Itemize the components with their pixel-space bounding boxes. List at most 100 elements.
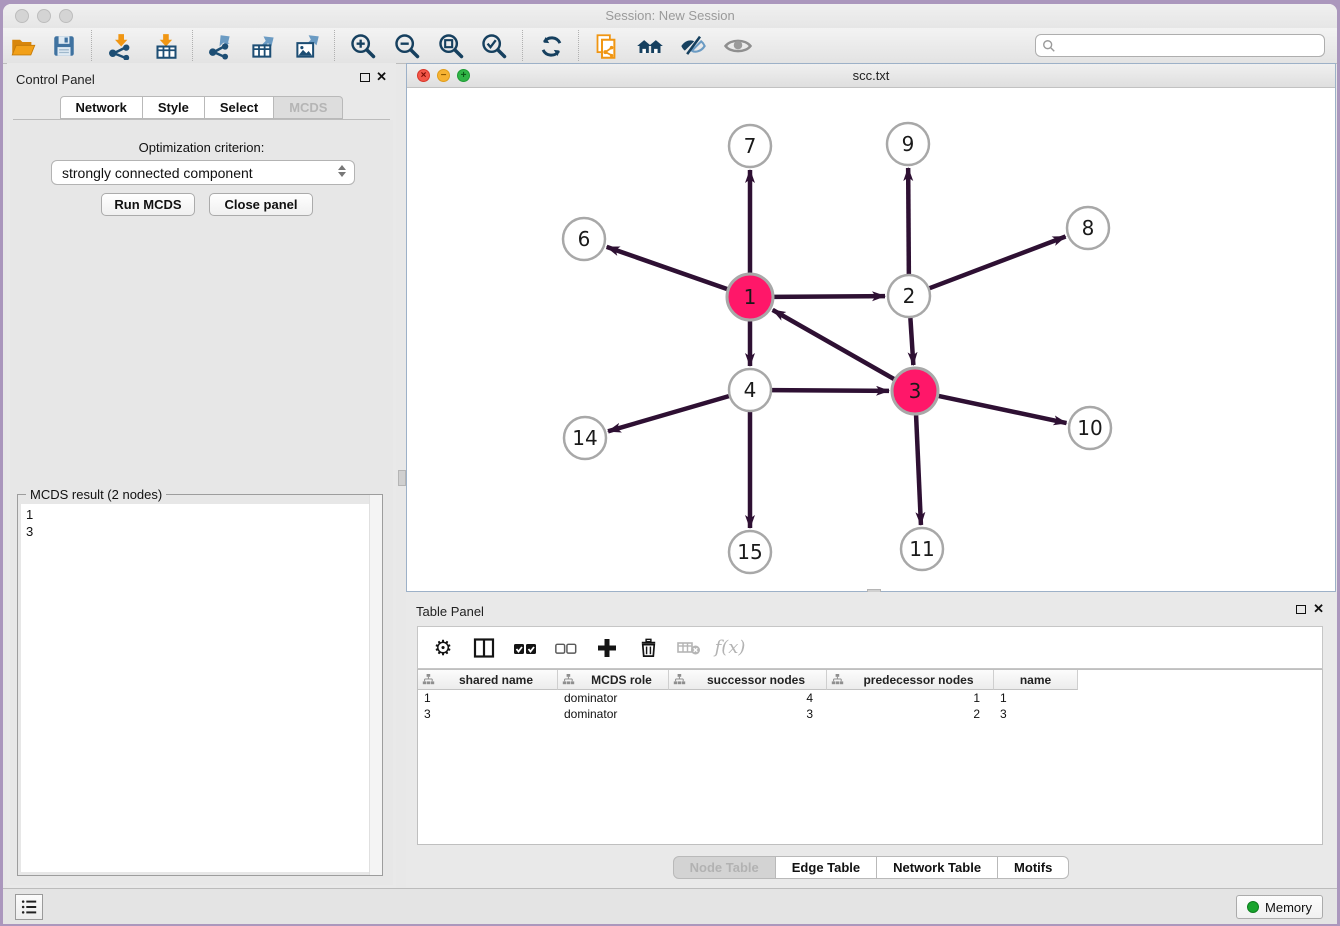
node-14[interactable]: 14	[564, 417, 606, 459]
open-session-icon	[10, 33, 37, 60]
show-details-button[interactable]	[723, 31, 753, 61]
tab-style[interactable]: Style	[143, 96, 205, 119]
node-15[interactable]: 15	[729, 531, 771, 573]
table-row[interactable]: 3dominator323	[418, 706, 1322, 722]
edge-4-3[interactable]	[772, 390, 889, 391]
zoom-in-button[interactable]	[348, 31, 378, 61]
table-cell: 4	[669, 690, 827, 706]
edge-1-2[interactable]	[774, 296, 885, 297]
delete-table-button-disabled	[676, 635, 702, 661]
network-graph[interactable]: 7 9 6 8 1 2 4 3 14 10 15 11	[407, 88, 1335, 591]
select-all-button[interactable]	[512, 635, 538, 661]
tab-mcds[interactable]: MCDS	[274, 96, 343, 119]
table-settings-button[interactable]: ⚙	[430, 635, 456, 661]
table-cell: dominator	[558, 706, 669, 722]
save-session-icon	[51, 33, 77, 59]
edge-2-8[interactable]	[930, 237, 1066, 289]
add-column-button[interactable]	[594, 635, 620, 661]
hide-details-button[interactable]	[678, 31, 708, 61]
main-toolbar	[3, 28, 1337, 64]
node-11[interactable]: 11	[901, 528, 943, 570]
node-2[interactable]: 2	[888, 275, 930, 317]
open-session-button[interactable]	[8, 31, 38, 61]
result-scrollbar[interactable]	[369, 495, 382, 875]
float-table-panel-icon[interactable]	[1296, 605, 1306, 614]
zoom-fit-button[interactable]	[436, 31, 466, 61]
node-7[interactable]: 7	[729, 125, 771, 167]
table-cell: 3	[994, 706, 1078, 722]
tab-edge-table[interactable]: Edge Table	[776, 856, 877, 879]
close-panel-button[interactable]: Close panel	[209, 193, 313, 216]
plus-icon	[595, 636, 619, 660]
node-8[interactable]: 8	[1067, 207, 1109, 249]
column-header-MCDS-role[interactable]: MCDS role	[558, 670, 669, 690]
node-4[interactable]: 4	[729, 369, 771, 411]
hide-details-icon	[679, 32, 707, 60]
edge-3-10[interactable]	[938, 396, 1066, 423]
delete-column-button[interactable]	[635, 635, 661, 661]
column-header-predecessor-nodes[interactable]: predecessor nodes	[827, 670, 994, 690]
table-row[interactable]: 1dominator411	[418, 690, 1322, 706]
node-1[interactable]: 1	[727, 274, 773, 320]
tab-motifs[interactable]: Motifs	[998, 856, 1069, 879]
mcds-result-list[interactable]: 13	[21, 504, 379, 872]
import-network-button[interactable]	[104, 31, 134, 61]
node-6[interactable]: 6	[563, 218, 605, 260]
table-panel: Table Panel ✕ ⚙	[406, 592, 1336, 888]
tab-network-table[interactable]: Network Table	[877, 856, 998, 879]
search-icon	[1042, 39, 1056, 53]
close-panel-icon[interactable]: ✕	[376, 69, 387, 85]
node-10[interactable]: 10	[1069, 407, 1111, 449]
node-3[interactable]: 3	[892, 368, 938, 414]
node-label: 3	[909, 379, 922, 403]
export-image-button[interactable]	[292, 31, 322, 61]
network-window-titlebar[interactable]: × − + scc.txt	[407, 64, 1335, 88]
vertical-splitter-grip[interactable]	[398, 470, 406, 486]
home-button[interactable]	[635, 31, 665, 61]
tab-node-table[interactable]: Node Table	[673, 856, 776, 879]
memory-label: Memory	[1265, 900, 1312, 915]
edge-3-11[interactable]	[916, 415, 921, 525]
column-header-shared-name[interactable]: shared name	[418, 670, 558, 690]
table-panel-title: Table Panel	[416, 604, 484, 619]
show-column-panel-button[interactable]	[471, 635, 497, 661]
import-table-button[interactable]	[151, 31, 181, 61]
column-header-successor-nodes[interactable]: successor nodes	[669, 670, 827, 690]
search-input[interactable]	[1035, 34, 1325, 57]
node-table[interactable]: shared nameMCDS rolesuccessor nodesprede…	[417, 669, 1323, 845]
import-table-icon	[153, 33, 180, 60]
network-canvas[interactable]: 7 9 6 8 1 2 4 3 14 10 15 11	[407, 88, 1335, 591]
zoom-selected-button[interactable]	[479, 31, 509, 61]
edge-2-9[interactable]	[908, 168, 909, 274]
float-panel-icon[interactable]	[360, 73, 370, 82]
export-table-button[interactable]	[248, 31, 278, 61]
column-header-name[interactable]: name	[994, 670, 1078, 690]
edge-1-6[interactable]	[607, 247, 728, 289]
refresh-button[interactable]	[536, 31, 566, 61]
export-network-button[interactable]	[204, 31, 234, 61]
deselect-all-button[interactable]	[553, 635, 579, 661]
table-header-row: shared nameMCDS rolesuccessor nodesprede…	[418, 670, 1322, 690]
mcds-result-group: MCDS result (2 nodes) 13	[17, 494, 383, 876]
export-network-icon	[206, 33, 233, 60]
run-mcds-button[interactable]: Run MCDS	[101, 193, 195, 216]
tab-select[interactable]: Select	[205, 96, 274, 119]
edge-3-1[interactable]	[773, 310, 895, 379]
edge-4-14[interactable]	[608, 396, 729, 431]
close-table-panel-icon[interactable]: ✕	[1313, 601, 1324, 617]
node-9[interactable]: 9	[887, 123, 929, 165]
save-session-button[interactable]	[49, 31, 79, 61]
memory-button[interactable]: Memory	[1236, 895, 1323, 919]
table-cell: 1	[418, 690, 558, 706]
task-history-button[interactable]	[15, 894, 43, 920]
edge-2-3[interactable]	[910, 318, 913, 365]
zoom-out-button[interactable]	[392, 31, 422, 61]
control-panel-tabs: NetworkStyleSelectMCDS	[7, 96, 396, 120]
toolbar-separator	[91, 30, 92, 61]
tab-network[interactable]: Network	[60, 96, 143, 119]
result-line: 1	[26, 506, 379, 523]
network-file-button[interactable]	[591, 31, 621, 61]
export-table-icon	[250, 33, 277, 60]
mcds-result-title: MCDS result (2 nodes)	[26, 487, 166, 502]
optimization-criterion-select[interactable]: strongly connected component	[51, 160, 355, 185]
